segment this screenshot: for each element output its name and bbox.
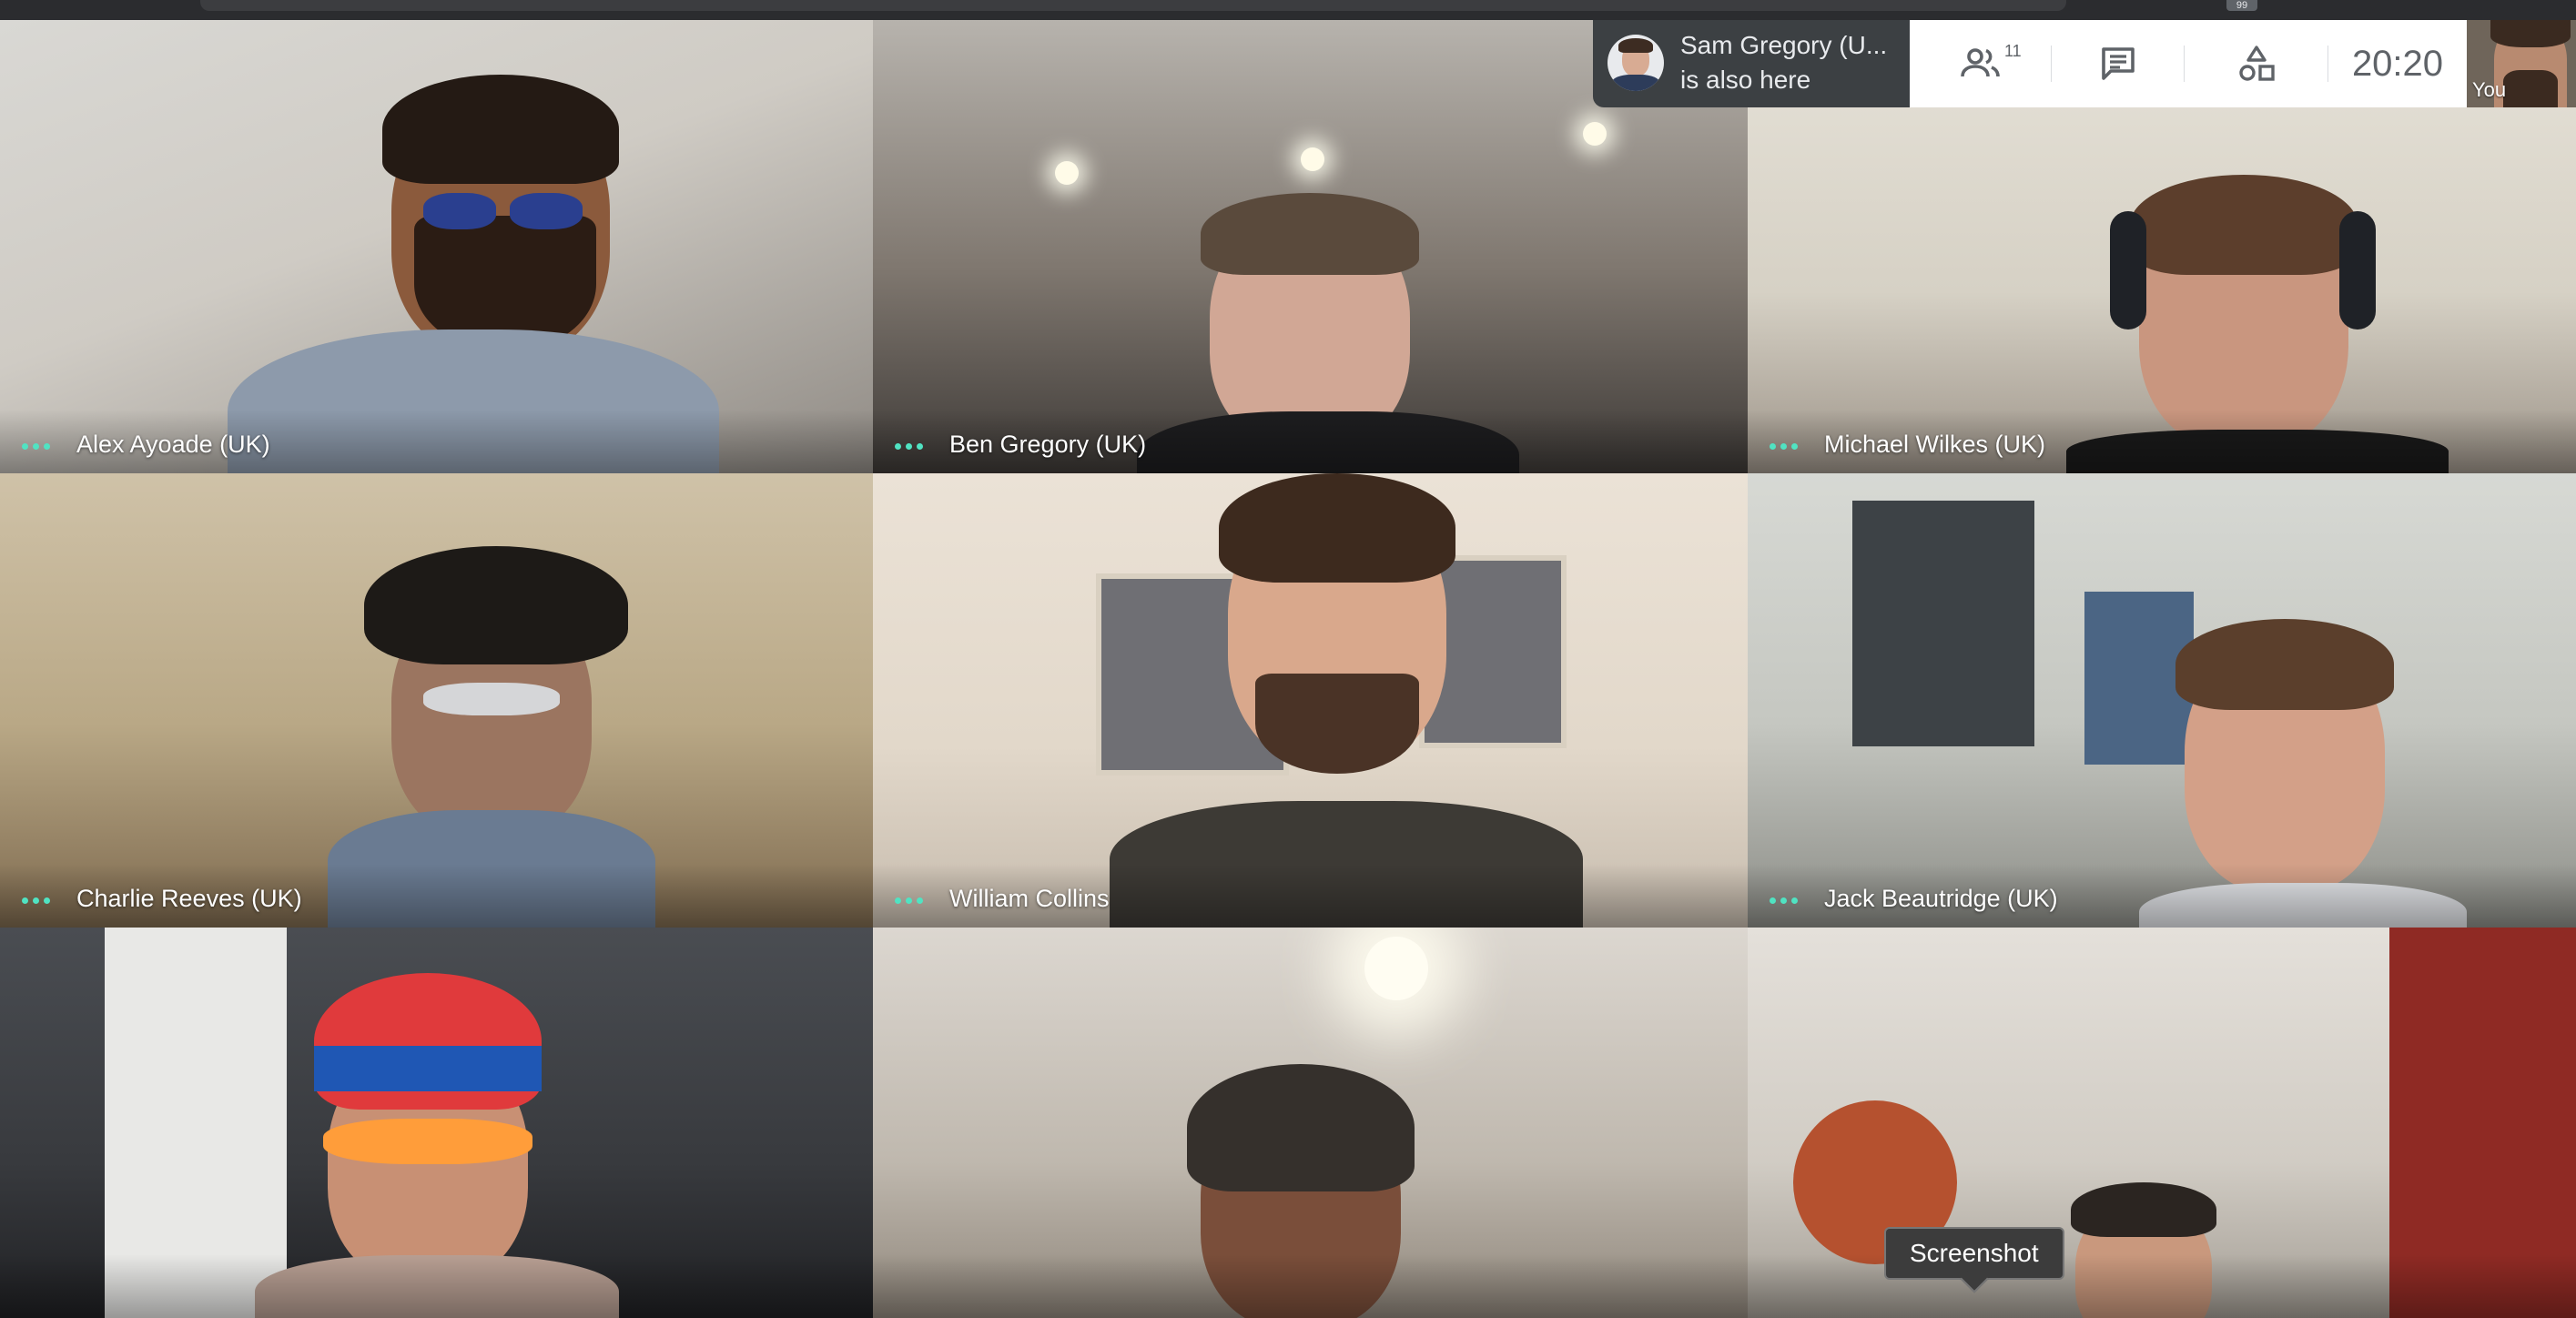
participant-tile[interactable]: William Collins xyxy=(873,473,1748,928)
participant-tile[interactable]: Charlie Reeves (UK) xyxy=(0,473,873,928)
people-icon xyxy=(1961,48,2000,77)
meeting-window: 99 Alex Ayoade (UK) Ben Gregory (UK) Mic… xyxy=(0,0,2576,1318)
tooltip-label: Screenshot xyxy=(1910,1239,2039,1267)
participant-name: Michael Wilkes (UK) xyxy=(1824,431,2046,458)
participant-tile[interactable] xyxy=(873,928,1748,1318)
participant-tile[interactable] xyxy=(1748,928,2576,1318)
call-clock: 20:20 xyxy=(2351,44,2444,84)
participant-name: Charlie Reeves (UK) xyxy=(76,885,302,912)
speaking-indicator-icon xyxy=(22,897,50,904)
browser-top-strip: 99 xyxy=(0,0,2576,20)
call-control-bar: 11 20:20 xyxy=(1910,20,2467,107)
people-count: 11 xyxy=(2004,42,2022,60)
speaking-indicator-icon xyxy=(1770,897,1798,904)
participant-tile[interactable] xyxy=(0,928,873,1318)
participant-name: Jack Beautridge (UK) xyxy=(1824,885,2058,912)
participant-name: Alex Ayoade (UK) xyxy=(76,431,270,458)
screenshot-tooltip: Screenshot xyxy=(1884,1227,2064,1293)
speaking-indicator-icon xyxy=(1770,443,1798,450)
chat-icon xyxy=(2102,47,2135,80)
self-view-video[interactable]: You xyxy=(2467,20,2576,107)
participant-video xyxy=(1110,473,1583,928)
avatar xyxy=(1607,35,1664,91)
participant-name: Ben Gregory (UK) xyxy=(949,431,1147,458)
participant-name: William Collins xyxy=(949,885,1110,912)
notification-message: is also here xyxy=(1680,66,1811,94)
notification-name: Sam Gregory (U... xyxy=(1680,31,1888,59)
speaking-indicator-icon xyxy=(895,897,923,904)
self-view-label: You xyxy=(2472,78,2507,101)
browser-tab-bar[interactable] xyxy=(200,0,2066,11)
participant-joined-notification[interactable]: Sam Gregory (U... is also here xyxy=(1593,20,1910,107)
activities-button[interactable] xyxy=(2185,20,2328,107)
activities-icon xyxy=(2239,46,2275,81)
speaking-indicator-icon xyxy=(895,443,923,450)
participant-tile[interactable]: Jack Beautridge (UK) xyxy=(1748,473,2576,928)
people-button[interactable]: 11 xyxy=(1910,20,2052,107)
chat-button[interactable] xyxy=(2052,20,2185,107)
participant-grid: Alex Ayoade (UK) Ben Gregory (UK) Michae… xyxy=(0,20,2576,1318)
speaking-indicator-icon xyxy=(22,443,50,450)
notification-count-badge: 99 xyxy=(2226,0,2257,11)
participant-tile[interactable]: Alex Ayoade (UK) xyxy=(0,20,873,473)
